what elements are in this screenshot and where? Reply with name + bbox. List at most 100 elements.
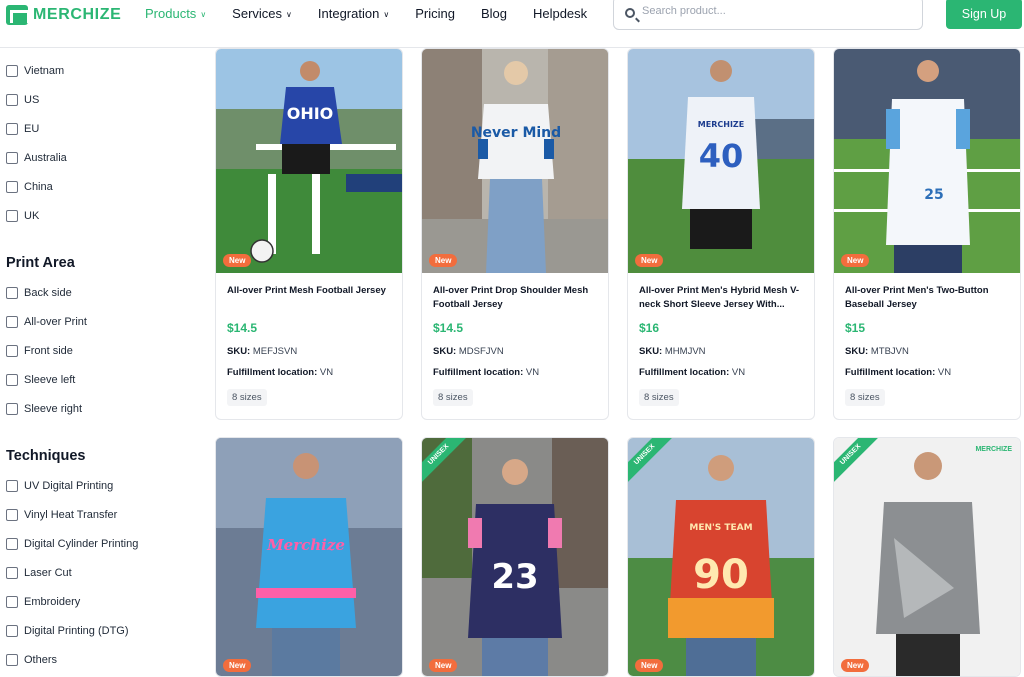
product-image[interactable]: MEN'S TEAM 90 UNISEX New [628,438,814,676]
product-image[interactable]: Never Mind New [422,49,608,273]
product-image[interactable]: Merchize New [216,438,402,676]
checkbox[interactable] [6,509,18,521]
filter-location-china[interactable]: China [6,181,53,193]
filter-label: UV Digital Printing [24,480,114,492]
merchize-logo[interactable]: MERCHIZE [6,5,121,25]
fulfillment-value: VN [937,367,952,378]
search-input[interactable] [642,5,912,17]
filter-location-us[interactable]: US [6,94,39,106]
checkbox[interactable] [6,374,18,386]
checkbox[interactable] [6,94,18,106]
new-badge: New [223,254,252,267]
product-image[interactable]: OHIO New [216,49,402,273]
fulfillment-label: Fulfillment location: [845,367,936,378]
nav-products[interactable]: Products ∨ [145,7,206,21]
checkbox[interactable] [6,123,18,135]
fulfillment-location: Fulfillment location: VN [845,367,951,378]
checkbox[interactable] [6,567,18,579]
checkbox[interactable] [6,654,18,666]
product-image[interactable]: UNISEX MERCHIZE New [834,438,1020,676]
filter-label: Laser Cut [24,567,72,579]
fulfillment-location: Fulfillment location: VN [433,367,539,378]
filter-technique-others[interactable]: Others [6,654,57,666]
filter-technique-dtg[interactable]: Digital Printing (DTG) [6,625,129,637]
chevron-down-icon: ∨ [286,10,292,19]
product-card[interactable]: Merchize New [215,437,403,677]
techniques-heading: Techniques [6,448,86,464]
filter-label: Back side [24,287,72,299]
filter-label: Embroidery [24,596,81,608]
filter-technique-embroidery[interactable]: Embroidery [6,596,80,608]
product-price: $16 [639,321,660,335]
product-card[interactable]: UNISEX MERCHIZE New [833,437,1021,677]
nav-services[interactable]: Services ∨ [232,7,292,21]
product-image[interactable]: 25 New [834,49,1020,273]
product-card[interactable]: 23 UNISEX New [421,437,609,677]
filter-location-australia[interactable]: Australia [6,152,67,164]
nav-helpdesk[interactable]: Helpdesk [533,7,587,21]
filter-label: Digital Cylinder Printing [24,538,139,550]
checkbox[interactable] [6,625,18,637]
new-badge: New [429,659,458,672]
jersey-number: 90 [693,552,749,598]
logo-icon [6,5,30,25]
filter-print-back-side[interactable]: Back side [6,287,72,299]
print-area-heading: Print Area [6,255,75,271]
sku-label: SKU: [433,346,457,357]
fulfillment-label: Fulfillment location: [433,367,524,378]
jersey-text: MERCHIZE [698,120,744,129]
product-title[interactable]: All-over Print Drop Shoulder Mesh Footba… [433,284,601,312]
checkbox[interactable] [6,152,18,164]
checkbox[interactable] [6,181,18,193]
filter-print-sleeve-right[interactable]: Sleeve right [6,403,82,415]
jersey-number: 40 [699,137,744,175]
filter-location-uk[interactable]: UK [6,210,39,222]
product-photo: 25 [834,49,1020,273]
nav-integration[interactable]: Integration ∨ [318,7,389,21]
checkbox[interactable] [6,287,18,299]
checkbox[interactable] [6,403,18,415]
top-header: MERCHIZE Products ∨ Services ∨ Integration… [0,0,1024,48]
product-price: $14.5 [227,321,258,335]
filter-technique-vinyl[interactable]: Vinyl Heat Transfer [6,509,117,521]
filter-technique-cylinder[interactable]: Digital Cylinder Printing [6,538,138,550]
product-photo [834,438,1020,676]
product-title[interactable]: All-over Print Men's Hybrid Mesh V-neck … [639,284,807,312]
filter-location-eu[interactable]: EU [6,123,39,135]
checkbox[interactable] [6,345,18,357]
product-photo: 23 [422,438,608,676]
sign-up-button[interactable]: Sign Up [946,0,1022,29]
sku-label: SKU: [639,346,663,357]
sizes-chip: 8 sizes [845,389,885,406]
nav-blog[interactable]: Blog [481,7,507,21]
checkbox[interactable] [6,596,18,608]
product-card[interactable]: 25 New All-over Print Men's Two-Button B… [833,48,1021,420]
product-image[interactable]: 23 UNISEX New [422,438,608,676]
filter-print-front-side[interactable]: Front side [6,345,73,357]
sku-value: MHMJVN [664,346,706,357]
product-title[interactable]: All-over Print Men's Two-Button Baseball… [845,284,1013,312]
checkbox[interactable] [6,316,18,328]
product-image[interactable]: MERCHIZE 40 New [628,49,814,273]
checkbox[interactable] [6,538,18,550]
checkbox[interactable] [6,65,18,77]
checkbox[interactable] [6,480,18,492]
jersey-number: 25 [924,187,943,203]
fulfillment-value: VN [525,367,540,378]
product-title[interactable]: All-over Print Mesh Football Jersey [227,284,395,312]
checkbox[interactable] [6,210,18,222]
fulfillment-location: Fulfillment location: VN [639,367,745,378]
filter-technique-laser[interactable]: Laser Cut [6,567,72,579]
filter-technique-uv[interactable]: UV Digital Printing [6,480,113,492]
product-card[interactable]: MERCHIZE 40 New All-over Print Men's Hyb… [627,48,815,420]
new-badge: New [841,254,870,267]
filter-location-vietnam[interactable]: Vietnam [6,65,64,77]
product-card[interactable]: Never Mind New All-over Print Drop Shoul… [421,48,609,420]
product-card[interactable]: OHIO New All-over Print Mesh Football Je… [215,48,403,420]
filter-print-all-over[interactable]: All-over Print [6,316,87,328]
product-card[interactable]: MEN'S TEAM 90 UNISEX New [627,437,815,677]
search-icon[interactable] [625,8,635,18]
jersey-text: Never Mind [471,125,561,141]
nav-pricing[interactable]: Pricing [415,7,455,21]
filter-print-sleeve-left[interactable]: Sleeve left [6,374,75,386]
